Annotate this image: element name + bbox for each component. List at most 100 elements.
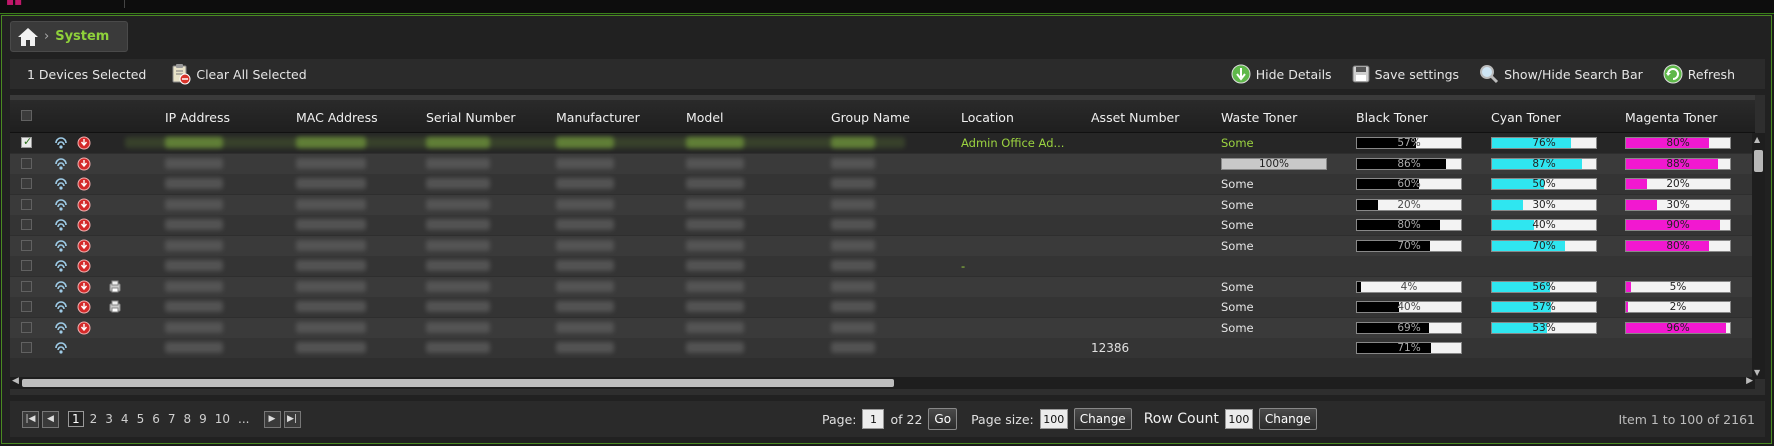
page-number-link[interactable]: 6 bbox=[152, 412, 160, 426]
table-row[interactable]: 100% 86% 87% 88% bbox=[10, 153, 1755, 174]
column-header-ip[interactable]: IP Address bbox=[165, 110, 230, 125]
delete-icon[interactable] bbox=[77, 177, 91, 191]
column-header-cyan-toner[interactable]: Cyan Toner bbox=[1491, 110, 1561, 125]
select-all-checkbox[interactable] bbox=[21, 110, 32, 121]
magenta-toner-bar-value: 88% bbox=[1666, 157, 1690, 170]
clear-all-selected-button[interactable]: Clear All Selected bbox=[171, 63, 307, 85]
device-icon[interactable] bbox=[108, 300, 122, 314]
delete-icon[interactable] bbox=[77, 136, 91, 150]
row-checkbox[interactable] bbox=[21, 198, 32, 210]
table-row[interactable]: Some 40% 57% 2% bbox=[10, 297, 1755, 317]
page-number-link[interactable]: 10 bbox=[215, 412, 230, 426]
delete-icon[interactable] bbox=[77, 259, 91, 273]
prev-page-button[interactable]: ◀ bbox=[42, 410, 59, 428]
row-checkbox[interactable] bbox=[21, 342, 32, 353]
sensor-icon[interactable] bbox=[54, 300, 68, 314]
vertical-scrollbar[interactable]: ▲ ▼ bbox=[1752, 133, 1765, 379]
delete-icon[interactable] bbox=[77, 300, 91, 314]
delete-icon[interactable] bbox=[77, 239, 91, 253]
sensor-icon[interactable] bbox=[54, 321, 68, 335]
column-header-asset[interactable]: Asset Number bbox=[1091, 110, 1179, 125]
row-checkbox[interactable] bbox=[21, 321, 32, 333]
column-header-black-toner[interactable]: Black Toner bbox=[1356, 110, 1428, 125]
page-number-link[interactable]: 4 bbox=[121, 412, 129, 426]
column-header-magenta-toner[interactable]: Magenta Toner bbox=[1625, 110, 1717, 125]
horizontal-scroll-thumb[interactable] bbox=[22, 379, 894, 387]
table-row[interactable]: Some 60% 50% 20% bbox=[10, 174, 1755, 194]
horizontal-scrollbar[interactable]: ◀ ▶ bbox=[10, 376, 1755, 389]
column-header-location[interactable]: Location bbox=[961, 110, 1014, 125]
sensor-icon[interactable] bbox=[54, 136, 68, 150]
refresh-button[interactable]: Refresh bbox=[1663, 64, 1735, 84]
scroll-up-icon[interactable]: ▲ bbox=[1754, 135, 1760, 144]
sensor-icon[interactable] bbox=[54, 198, 68, 212]
row-checkbox[interactable] bbox=[21, 178, 32, 189]
table-row[interactable]: Some 70% 70% 80% bbox=[10, 235, 1755, 256]
page-size-input[interactable]: 100 bbox=[1039, 409, 1068, 429]
sensor-icon[interactable] bbox=[54, 341, 68, 355]
table-row[interactable]: Some 4% 56% 5% bbox=[10, 276, 1755, 297]
delete-icon[interactable] bbox=[77, 321, 91, 335]
black-toner-bar: 86% bbox=[1356, 157, 1462, 170]
app-top-bar: ▪▪ bbox=[0, 0, 1774, 14]
row-checkbox[interactable] bbox=[21, 301, 32, 312]
page-number-link[interactable]: 3 bbox=[105, 412, 113, 426]
page-number-link[interactable]: 1 bbox=[68, 411, 84, 427]
page-number-link[interactable]: 8 bbox=[183, 412, 191, 426]
home-icon[interactable] bbox=[16, 26, 40, 48]
scroll-left-icon[interactable]: ◀ bbox=[12, 376, 19, 386]
delete-icon[interactable] bbox=[77, 198, 91, 212]
scroll-right-icon[interactable]: ▶ bbox=[1746, 376, 1753, 386]
page-number-link[interactable]: 9 bbox=[199, 412, 207, 426]
sensor-icon[interactable] bbox=[54, 280, 68, 294]
sensor-icon[interactable] bbox=[54, 218, 68, 232]
table-row[interactable]: - bbox=[10, 256, 1755, 276]
sensor-icon[interactable] bbox=[54, 157, 68, 171]
table-row[interactable]: Some 69% 53% 96% bbox=[10, 317, 1755, 338]
column-header-mac[interactable]: MAC Address bbox=[296, 110, 378, 125]
go-button[interactable]: Go bbox=[928, 408, 958, 430]
sensor-icon[interactable] bbox=[54, 177, 68, 191]
row-checkbox[interactable] bbox=[21, 239, 32, 251]
sensor-icon[interactable] bbox=[54, 259, 68, 273]
first-page-button[interactable]: |◀ bbox=[22, 410, 39, 428]
delete-icon[interactable] bbox=[77, 157, 91, 171]
vertical-scroll-thumb[interactable] bbox=[1754, 150, 1763, 172]
row-checkbox[interactable] bbox=[21, 280, 32, 292]
row-checkbox[interactable] bbox=[21, 219, 32, 230]
table-row[interactable]: Admin Office Ad... Some 57% 76% 80% bbox=[10, 133, 1755, 153]
row-checkbox[interactable] bbox=[21, 157, 32, 169]
show-hide-search-button[interactable]: Show/Hide Search Bar bbox=[1479, 64, 1643, 84]
last-page-button[interactable]: ▶| bbox=[283, 410, 301, 428]
breadcrumb-current[interactable]: System bbox=[55, 29, 109, 44]
page-number-link[interactable]: 2 bbox=[90, 412, 98, 426]
table-row[interactable]: Some 80% 40% 90% bbox=[10, 215, 1755, 235]
hide-details-button[interactable]: Hide Details bbox=[1231, 64, 1332, 84]
column-header-manufacturer[interactable]: Manufacturer bbox=[556, 110, 640, 125]
save-settings-button[interactable]: Save settings bbox=[1352, 65, 1459, 83]
delete-icon[interactable] bbox=[77, 280, 91, 294]
page-number-link[interactable]: 5 bbox=[137, 412, 145, 426]
sensor-icon[interactable] bbox=[54, 239, 68, 253]
row-checkbox[interactable] bbox=[21, 135, 32, 148]
page-input[interactable]: 1 bbox=[862, 409, 885, 429]
column-header-serial[interactable]: Serial Number bbox=[426, 110, 516, 125]
redacted-cell bbox=[686, 219, 744, 230]
table-row[interactable]: Some 20% 30% 30% bbox=[10, 194, 1755, 215]
row-count-change-button[interactable]: Change bbox=[1258, 408, 1317, 430]
row-count-input[interactable]: 100 bbox=[1224, 409, 1253, 429]
redacted-cell bbox=[556, 260, 614, 271]
redacted-cell bbox=[556, 239, 614, 251]
page-number-link[interactable]: ... bbox=[238, 412, 249, 426]
row-checkbox[interactable] bbox=[21, 260, 32, 271]
scroll-down-icon[interactable]: ▼ bbox=[1754, 368, 1760, 377]
next-page-button[interactable]: ▶ bbox=[263, 410, 281, 428]
column-header-model[interactable]: Model bbox=[686, 110, 724, 125]
column-header-waste-toner[interactable]: Waste Toner bbox=[1221, 110, 1297, 125]
column-header-group[interactable]: Group Name bbox=[831, 110, 910, 125]
delete-icon[interactable] bbox=[77, 218, 91, 232]
table-row[interactable]: 12386 71% bbox=[10, 338, 1755, 358]
page-size-change-button[interactable]: Change bbox=[1073, 408, 1132, 430]
device-icon[interactable] bbox=[108, 280, 122, 294]
page-number-link[interactable]: 7 bbox=[168, 412, 176, 426]
